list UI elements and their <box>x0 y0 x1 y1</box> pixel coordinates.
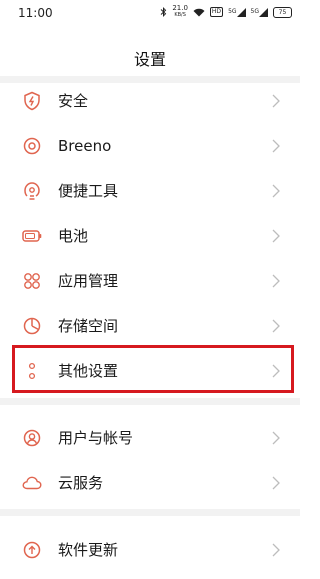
status-icons: 21.0 KB/S HD 5G 5G 75 <box>160 5 292 19</box>
breeno-icon <box>22 136 42 156</box>
page-title: 设置 <box>133 50 166 69</box>
menu-item-label: 电池 <box>58 227 89 245</box>
settings-group-1: 安全 Breeno 便捷工具 电池 应用管理 存储空间 其他设置 <box>0 78 300 393</box>
menu-item-apps[interactable]: 应用管理 <box>0 258 300 303</box>
menu-item-storage[interactable]: 存储空间 <box>0 303 300 348</box>
menu-item-account[interactable]: 用户与帐号 <box>0 415 300 460</box>
tools-icon <box>22 181 42 201</box>
chevron-right-icon <box>272 431 280 444</box>
menu-item-label: 用户与帐号 <box>58 429 134 447</box>
menu-item-breeno[interactable]: Breeno <box>0 123 300 168</box>
user-icon <box>22 428 42 448</box>
hd-badge: HD <box>209 7 224 17</box>
chevron-right-icon <box>272 319 280 332</box>
menu-item-tools[interactable]: 便捷工具 <box>0 168 300 213</box>
status-bar: 11:00 21.0 KB/S HD 5G 5G 75 <box>0 0 300 28</box>
more-dots-icon <box>22 361 42 381</box>
battery-indicator: 75 <box>273 6 292 18</box>
signal-label-1: 5G <box>228 8 237 15</box>
chevron-right-icon <box>272 364 280 377</box>
chevron-right-icon <box>272 139 280 152</box>
section-divider <box>0 509 300 516</box>
menu-item-label: 应用管理 <box>58 272 119 290</box>
menu-item-update[interactable]: 软件更新 <box>0 527 300 572</box>
menu-item-label: 云服务 <box>58 474 104 492</box>
chevron-right-icon <box>272 229 280 242</box>
chevron-right-icon <box>272 184 280 197</box>
chevron-right-icon <box>272 476 280 489</box>
network-speed-unit: KB/S <box>174 12 186 18</box>
upgrade-icon <box>22 540 42 560</box>
pie-chart-icon <box>22 316 42 336</box>
menu-item-label: 软件更新 <box>58 541 119 559</box>
settings-group-2: 用户与帐号 云服务 <box>0 415 300 505</box>
status-time: 11:00 <box>18 6 53 20</box>
chevron-right-icon <box>272 94 280 107</box>
section-divider <box>0 398 300 405</box>
menu-item-label: Breeno <box>58 136 112 155</box>
chevron-right-icon <box>272 543 280 556</box>
menu-item-cloud[interactable]: 云服务 <box>0 460 300 505</box>
menu-item-label: 安全 <box>58 92 89 110</box>
cloud-icon <box>22 473 42 493</box>
network-speed: 21.0 KB/S <box>172 5 188 19</box>
app-grid-icon <box>22 271 42 291</box>
shield-icon <box>22 91 42 111</box>
signal-icon-1: 5G <box>228 7 246 17</box>
signal-icon-2: 5G <box>250 7 268 17</box>
chevron-right-icon <box>272 274 280 287</box>
menu-item-other-settings[interactable]: 其他设置 <box>0 348 300 393</box>
menu-item-label: 便捷工具 <box>58 182 119 200</box>
settings-group-3: 软件更新 <box>0 527 300 572</box>
menu-item-battery[interactable]: 电池 <box>0 213 300 258</box>
battery-icon <box>22 226 42 246</box>
menu-item-label: 其他设置 <box>58 362 119 380</box>
signal-label-2: 5G <box>250 8 259 15</box>
network-speed-value: 21.0 <box>172 4 188 12</box>
menu-item-label: 存储空间 <box>58 317 119 335</box>
menu-item-security[interactable]: 安全 <box>0 78 300 123</box>
bluetooth-icon <box>160 7 167 17</box>
wifi-icon <box>193 8 205 17</box>
